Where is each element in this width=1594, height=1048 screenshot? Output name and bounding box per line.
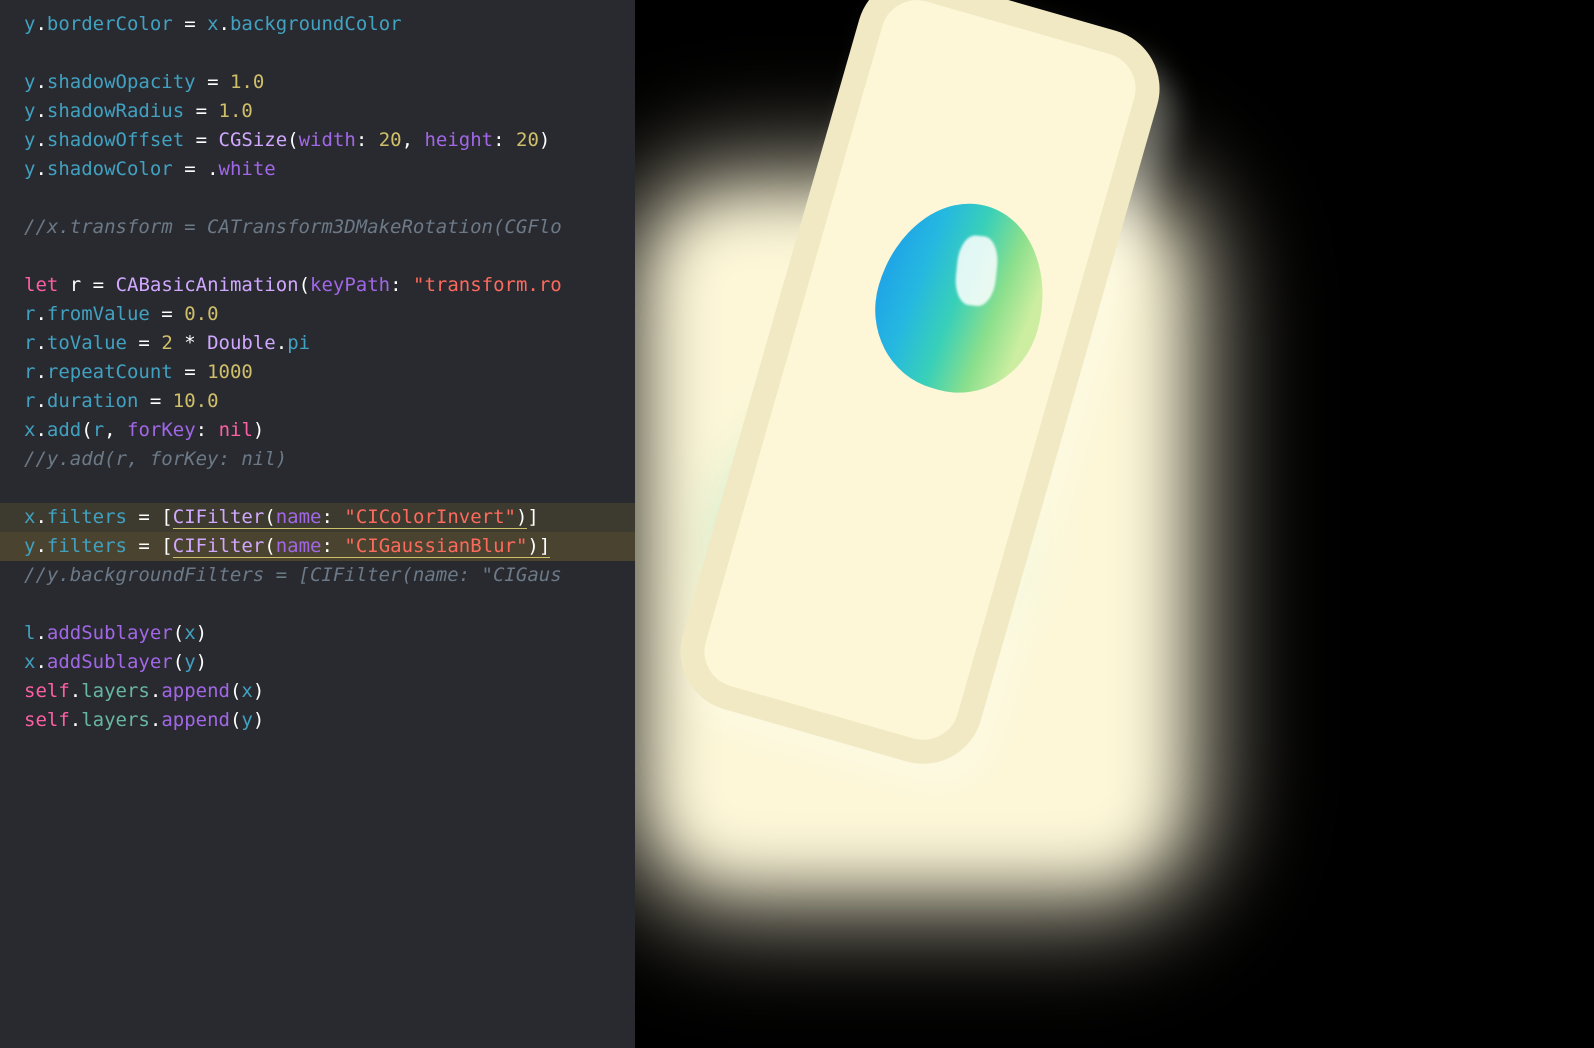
code-line-empty[interactable] [24, 242, 635, 271]
layer-x-gradient-blob [856, 183, 1067, 411]
code-line[interactable]: y.shadowOpacity = 1.0 [24, 68, 635, 97]
code-line-comment[interactable]: //y.backgroundFilters = [CIFilter(name: … [24, 561, 635, 590]
preview-canvas [635, 0, 1594, 1048]
code-line[interactable]: self.layers.append(x) [24, 677, 635, 706]
code-line[interactable]: r.fromValue = 0.0 [24, 300, 635, 329]
code-line-empty[interactable] [24, 39, 635, 68]
code-line[interactable]: y.shadowOffset = CGSize(width: 20, heigh… [24, 126, 635, 155]
code-line[interactable]: y.shadowColor = .white [24, 155, 635, 184]
code-line[interactable]: x.add(r, forKey: nil) [24, 416, 635, 445]
code-line[interactable]: x.addSublayer(y) [24, 648, 635, 677]
code-line-comment[interactable]: //x.transform = CATransform3DMakeRotatio… [24, 213, 635, 242]
code-line[interactable]: r.duration = 10.0 [24, 387, 635, 416]
code-line[interactable]: r.repeatCount = 1000 [24, 358, 635, 387]
code-line-empty[interactable] [24, 474, 635, 503]
code-line-comment[interactable]: //y.add(r, forKey: nil) [24, 445, 635, 474]
code-line[interactable]: y.shadowRadius = 1.0 [24, 97, 635, 126]
code-editor[interactable]: y.borderColor = x.backgroundColor y.shad… [0, 0, 635, 1048]
code-line[interactable]: l.addSublayer(x) [24, 619, 635, 648]
app-root: y.borderColor = x.backgroundColor y.shad… [0, 0, 1594, 1048]
code-line-empty[interactable] [24, 590, 635, 619]
code-line-highlighted[interactable]: y.filters = [CIFilter(name: "CIGaussianB… [0, 532, 635, 561]
code-line-empty[interactable] [24, 184, 635, 213]
code-line[interactable]: y.borderColor = x.backgroundColor [24, 10, 635, 39]
code-line[interactable]: self.layers.append(y) [24, 706, 635, 735]
code-line[interactable]: r.toValue = 2 * Double.pi [24, 329, 635, 358]
code-line[interactable]: let r = CABasicAnimation(keyPath: "trans… [24, 271, 635, 300]
code-line-highlighted[interactable]: x.filters = [CIFilter(name: "CIColorInve… [0, 503, 635, 532]
